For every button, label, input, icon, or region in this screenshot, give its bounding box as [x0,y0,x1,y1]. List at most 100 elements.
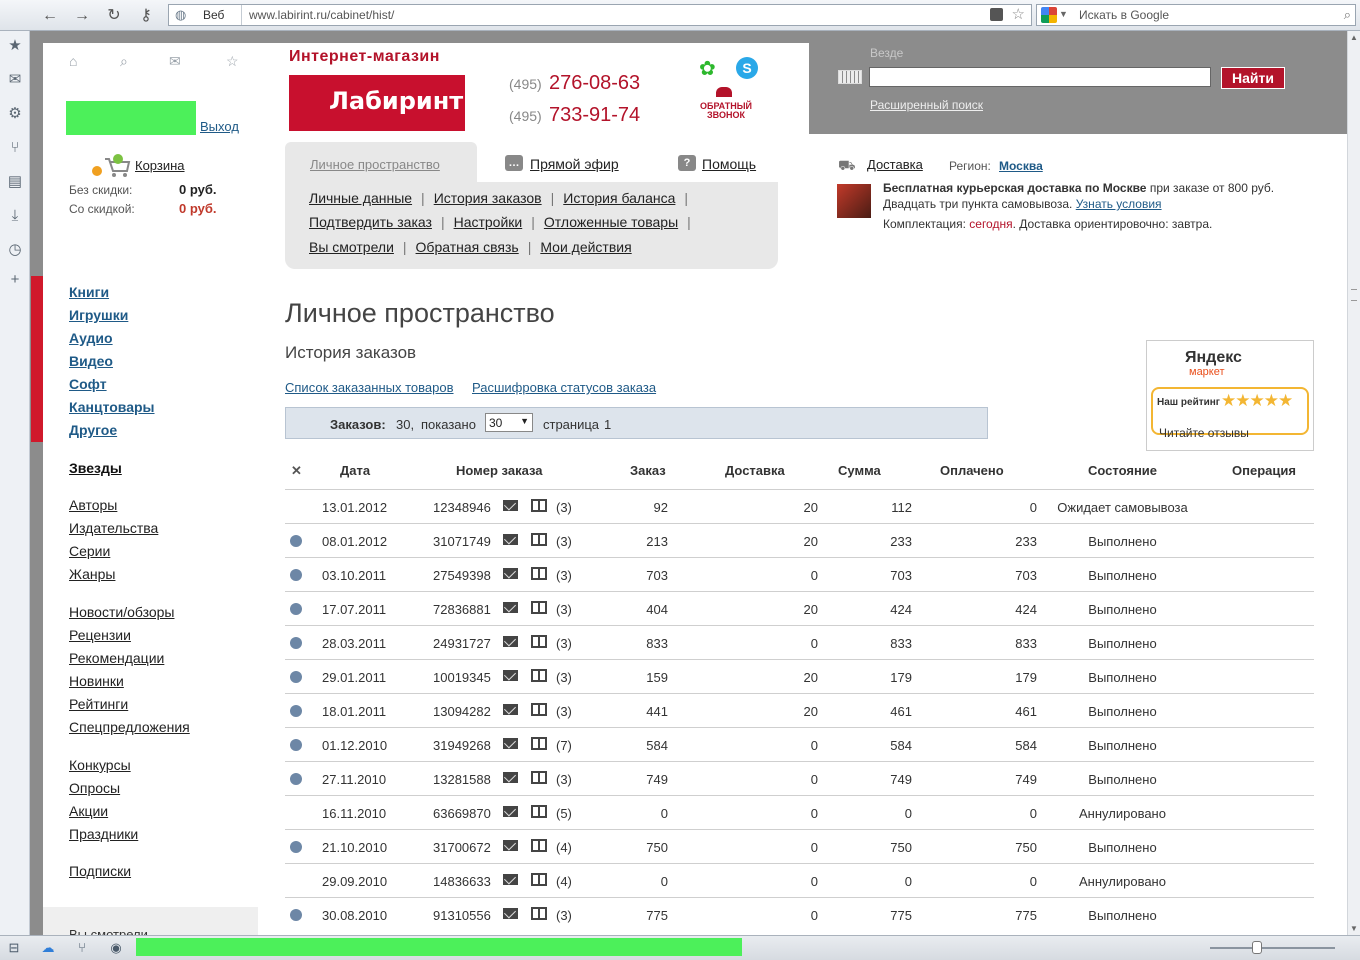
address-bar[interactable]: ◍ Веб www.labirint.ru/cabinet/hist/ ☆ [168,4,1032,26]
nav-toys[interactable]: Игрушки [69,307,128,323]
nav-new-items[interactable]: Новинки [69,673,124,689]
zoom-knob[interactable] [1252,941,1262,954]
nav-special-offers[interactable]: Спецпредложения [69,719,190,735]
google-search-box[interactable]: ▼ Искать в Google ⌕ [1036,4,1356,26]
order-number-link[interactable]: 63669870 [433,806,491,821]
envelope-icon[interactable] [503,874,518,885]
user-name-block[interactable] [66,101,196,135]
tab-personal-space[interactable]: Личное пространство [285,142,477,182]
book-icon[interactable] [531,601,547,614]
envelope-icon[interactable] [503,568,518,579]
envelope-icon[interactable] [503,806,518,817]
panel-toggle-icon[interactable]: ⊟ [6,940,22,956]
scroll-down-icon[interactable]: ▼ [1350,924,1358,933]
url-text[interactable]: www.labirint.ru/cabinet/hist/ [249,8,394,22]
history-clock-icon[interactable]: ◷ [6,241,24,259]
book-icon[interactable] [531,635,547,648]
link-viewed[interactable]: Вы смотрели [309,239,394,255]
notes-icon[interactable]: ▤ [6,173,24,191]
envelope-icon[interactable] [503,738,518,749]
envelope-icon[interactable] [503,636,518,647]
nav-genres[interactable]: Жанры [69,566,115,582]
delivery-link[interactable]: Доставка [867,157,923,172]
order-number-link[interactable]: 27549398 [433,568,491,583]
book-icon[interactable] [531,499,547,512]
nav-reviews[interactable]: Рецензии [69,627,131,643]
order-number-link[interactable]: 13094282 [433,704,491,719]
envelope-icon[interactable] [503,704,518,715]
reload-icon[interactable]: ↻ [104,6,124,26]
nav-publishers[interactable]: Издательства [69,520,158,536]
zoom-slider[interactable] [1210,947,1335,949]
search-icon[interactable]: ⌕ [120,53,128,70]
mail-icon[interactable]: ✉ [169,53,181,70]
envelope-icon[interactable] [503,500,518,511]
back-icon[interactable]: ← [40,6,60,26]
link-order-history[interactable]: История заказов [434,190,542,206]
nav-other[interactable]: Другое [69,422,117,438]
nav-stationery[interactable]: Канцтовары [69,399,155,415]
nav-subscriptions[interactable]: Подписки [69,863,131,879]
order-number-link[interactable]: 31071749 [433,534,491,549]
book-icon[interactable] [531,567,547,580]
order-number-link[interactable]: 13281588 [433,772,491,787]
skype-icon[interactable]: S [736,57,758,79]
order-number-link[interactable]: 72836881 [433,602,491,617]
share-icon[interactable]: ⑂ [74,940,90,956]
conditions-link[interactable]: Узнать условия [1076,197,1162,211]
search-input[interactable] [869,67,1211,87]
callback-button[interactable]: ОБРАТНЫЙ ЗВОНОК [697,102,755,120]
book-icon[interactable] [531,873,547,886]
icq-icon[interactable]: ✿ [699,56,716,81]
link-my-actions[interactable]: Мои действия [540,239,631,255]
yandex-market-widget[interactable]: Яндекс маркет Наш рейтинг ★★★★★ Читайте … [1146,340,1314,451]
labirint-logo[interactable]: Лабиринт [289,75,465,131]
nav-video[interactable]: Видео [69,353,113,369]
download-icon[interactable]: ⤓ [6,207,24,225]
link-deferred-items[interactable]: Отложенные товары [544,214,678,230]
book-icon[interactable] [531,839,547,852]
nav-series[interactable]: Серии [69,543,110,559]
book-icon[interactable] [531,703,547,716]
phone-handset-icon[interactable] [716,87,732,97]
cart-icon[interactable] [91,153,131,179]
mail-icon[interactable]: ✉ [6,71,24,89]
envelope-icon[interactable] [503,602,518,613]
logout-link[interactable]: Выход [200,119,239,134]
book-icon[interactable] [531,533,547,546]
nav-software[interactable]: Софт [69,376,107,392]
order-number-link[interactable]: 24931727 [433,636,491,651]
tab-help[interactable]: Помощь [702,156,756,172]
envelope-icon[interactable] [503,908,518,919]
book-icon[interactable] [531,907,547,920]
nav-books[interactable]: Книги [69,284,109,300]
tab-live[interactable]: Прямой эфир [530,156,619,172]
envelope-icon[interactable] [503,772,518,783]
nav-holidays[interactable]: Праздники [69,826,138,842]
favorite-star-icon[interactable]: ☆ [226,53,239,70]
nav-stars[interactable]: Звезды [69,460,122,476]
keyboard-icon[interactable] [838,70,862,84]
bookmark-star-icon[interactable]: ☆ [1012,5,1025,23]
region-link[interactable]: Москва [999,159,1043,173]
search-button[interactable]: Найти [1221,67,1285,89]
nav-ratings[interactable]: Рейтинги [69,696,128,712]
ordered-items-link[interactable]: Список заказанных товаров [285,380,454,395]
rss-icon[interactable] [990,8,1003,21]
chevron-down-icon[interactable]: ▼ [1059,9,1068,19]
link-feedback[interactable]: Обратная связь [416,239,519,255]
order-number-link[interactable]: 12348946 [433,500,491,515]
scroll-thumb[interactable] [1351,289,1357,301]
close-icon[interactable]: ✕ [291,463,302,479]
order-number-link[interactable]: 14836633 [433,874,491,889]
order-number-link[interactable]: 91310556 [433,908,491,923]
page-size-select[interactable]: 30 ▼ [485,413,533,432]
link-personal-data[interactable]: Личные данные [309,190,412,206]
share-icon[interactable]: ⑂ [6,139,24,157]
envelope-icon[interactable] [503,534,518,545]
book-icon[interactable] [531,737,547,750]
speed-dial-icon[interactable]: ◉ [108,940,124,956]
status-legend-link[interactable]: Расшифровка статусов заказа [472,380,656,395]
advanced-search-link[interactable]: Расширенный поиск [870,98,983,112]
nav-contests[interactable]: Конкурсы [69,757,131,773]
